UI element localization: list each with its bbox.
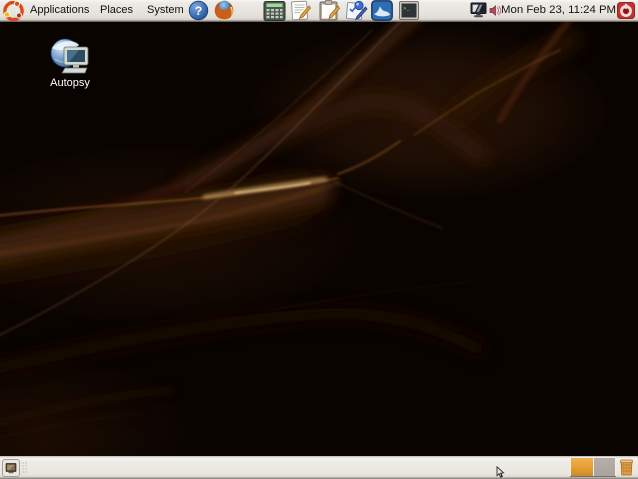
- svg-text:>_: >_: [403, 5, 410, 12]
- svg-text:?: ?: [195, 4, 202, 18]
